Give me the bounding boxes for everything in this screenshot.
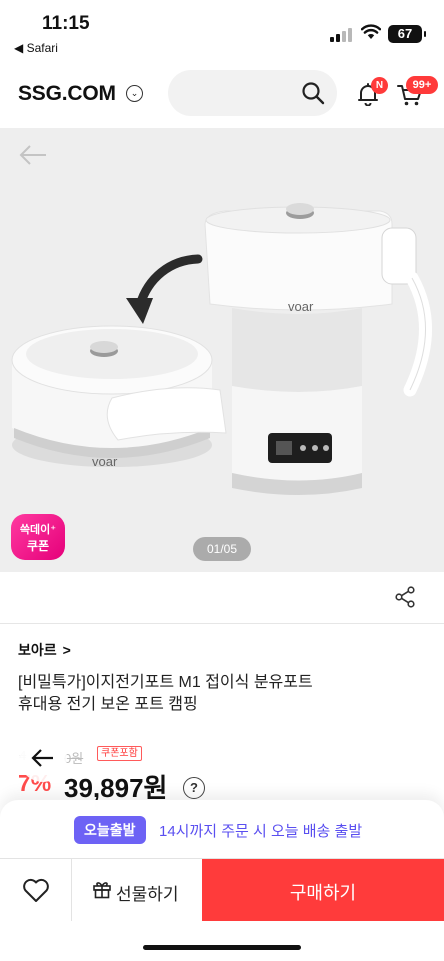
back-to-safari[interactable]: ◀ Safari (14, 41, 58, 55)
product-image: voar voar (11, 203, 432, 495)
today-shipping-badge: 오늘출발 (74, 816, 146, 844)
status-time: 11:15 (42, 13, 90, 34)
product-title-line1: [비밀특가]이지전기포트 M1 접이식 분유포트 (18, 674, 313, 691)
product-logo: voar (288, 299, 314, 314)
buy-button[interactable]: 구매하기 (202, 859, 444, 921)
gift-icon (93, 882, 111, 899)
cart-count-badge: 99+ (406, 76, 438, 94)
delivery-cutoff-text: 14시까지 주문 시 오늘 배송 출발 (159, 823, 363, 840)
delivery-info-bar: 오늘출발 14시까지 주문 시 오늘 배송 출발 (0, 800, 444, 858)
battery-indicator: 67 (388, 25, 426, 43)
share-row (0, 572, 444, 624)
heart-icon (23, 878, 49, 902)
product-logo: voar (92, 454, 118, 469)
ssg-day-coupon-badge[interactable]: 쓱데이⁺ 쿠폰 (11, 514, 65, 560)
coupon-included-tag: 쿠폰포함 (97, 746, 142, 761)
home-indicator[interactable] (143, 945, 301, 950)
site-header: SSG.COM ⌄ N 99+ (0, 62, 444, 126)
product-title: [비밀특가]이지전기포트 M1 접이식 분유포트 휴대용 전기 보온 포트 캠핑 (18, 672, 418, 716)
wifi-icon (361, 24, 381, 39)
notification-badge: N (371, 77, 388, 94)
purchase-action-bar: 선물하기 구매하기 (0, 858, 444, 921)
brand-link[interactable]: 보아르 > (18, 640, 71, 660)
chevron-right-icon: > (62, 642, 71, 658)
buy-label: 구매하기 (289, 883, 357, 903)
ssg-logo[interactable]: SSG.COM (18, 82, 116, 106)
product-image-gallery[interactable]: voar voar 쓱데이⁺ 쿠폰 01/05 (0, 128, 444, 572)
wishlist-button[interactable] (0, 859, 72, 921)
price-help-icon[interactable]: ? (183, 777, 205, 799)
chevron-down-icon[interactable]: ⌄ (126, 85, 143, 102)
gift-label: 선물하기 (116, 885, 179, 904)
arrow-left-icon (31, 749, 53, 767)
product-title-line2: 휴대용 전기 보온 포트 캠핑 (18, 696, 198, 713)
search-input[interactable] (168, 70, 337, 116)
gift-button[interactable]: 선물하기 (72, 859, 202, 921)
signal-icon (330, 28, 354, 42)
search-icon[interactable] (301, 81, 325, 105)
back-button[interactable] (19, 734, 67, 782)
image-page-counter: 01/05 (193, 537, 251, 561)
share-icon[interactable] (394, 586, 416, 608)
coupon-badge-line2: 쿠폰 (26, 539, 50, 553)
brand-name: 보아르 (18, 642, 57, 658)
coupon-badge-line1: 쓱데이⁺ (19, 524, 57, 536)
status-bar: 11:15 ◀ Safari 67 (0, 0, 444, 58)
